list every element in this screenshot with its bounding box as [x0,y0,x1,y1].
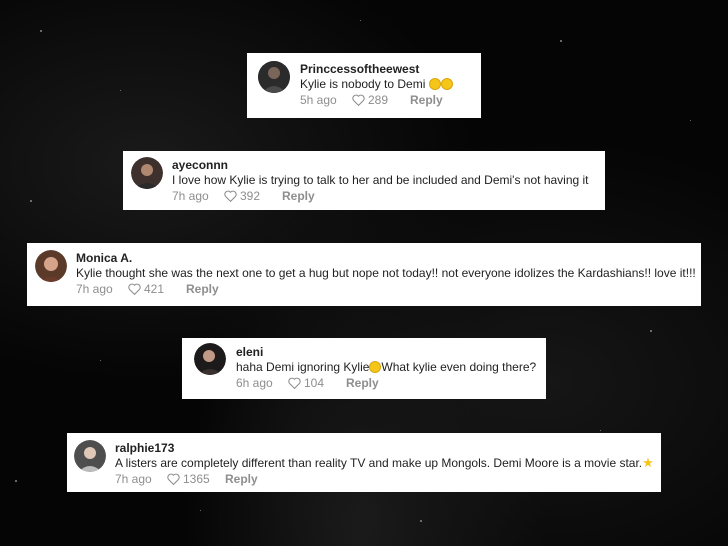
comment-text: Kylie thought she was the next one to ge… [76,266,696,280]
comment-card: ayeconnn I love how Kylie is trying to t… [123,151,605,210]
like-count: 392 [240,189,261,203]
like-button[interactable]: 421 [128,281,182,297]
comment-time: 7h ago [115,472,152,486]
heart-outline-icon [288,377,301,389]
heart-outline-icon [167,473,180,485]
user-avatar[interactable] [35,250,67,282]
like-button[interactable]: 289 [352,92,406,108]
comment-username[interactable]: eleni [236,345,536,359]
reply-button[interactable]: Reply [410,92,443,108]
comment-text: I love how Kylie is trying to talk to he… [172,173,589,187]
comment-card: Princcessoftheewest Kylie is nobody to D… [247,53,481,118]
heart-outline-icon [224,190,237,202]
star-emoji-icon: ★ [642,455,654,470]
like-button[interactable]: 1365 [167,471,221,487]
comment-time: 5h ago [300,93,337,107]
comment-username[interactable]: ayeconnn [172,158,589,172]
user-avatar[interactable] [74,440,106,472]
reply-button[interactable]: Reply [346,375,379,391]
comment-meta: 5h ago 289 Reply [300,92,453,108]
comment-card: ralphie173 A listers are completely diff… [67,433,661,492]
reply-button[interactable]: Reply [225,471,258,487]
comment-meta: 7h ago 421 Reply [76,281,696,297]
comment-text: A listers are completely different than … [115,455,654,470]
reply-button[interactable]: Reply [282,188,315,204]
reply-button[interactable]: Reply [186,281,219,297]
comment-meta: 6h ago 104 Reply [236,375,536,391]
comment-time: 7h ago [76,282,113,296]
comment-time: 6h ago [236,376,273,390]
user-avatar[interactable] [131,157,163,189]
comment-card: eleni haha Demi ignoring Kylie What kylie… [182,338,546,399]
comment-card: Monica A. Kylie thought she was the next… [27,243,701,306]
like-button[interactable]: 392 [224,188,278,204]
comment-username[interactable]: Princcessoftheewest [300,62,453,76]
like-count: 1365 [183,472,210,486]
comment-meta: 7h ago 392 Reply [172,188,589,204]
user-avatar[interactable] [258,61,290,93]
flushed-emoji-icon [440,78,453,90]
like-button[interactable]: 104 [288,375,342,391]
like-count: 289 [368,93,389,107]
comment-text: haha Demi ignoring Kylie What kylie even … [236,360,537,374]
comment-username[interactable]: ralphie173 [115,441,654,455]
like-count: 104 [304,376,325,390]
user-avatar[interactable] [194,343,226,375]
heart-outline-icon [128,283,141,295]
flushed-emoji-icon [428,78,441,90]
smiling-emoji-icon [369,361,382,373]
like-count: 421 [144,282,165,296]
comment-time: 7h ago [172,189,209,203]
heart-outline-icon [352,94,365,106]
comment-meta: 7h ago 1365 Reply [115,471,654,487]
comment-text: Kylie is nobody to Demi [300,76,453,92]
comment-username[interactable]: Monica A. [76,251,696,265]
